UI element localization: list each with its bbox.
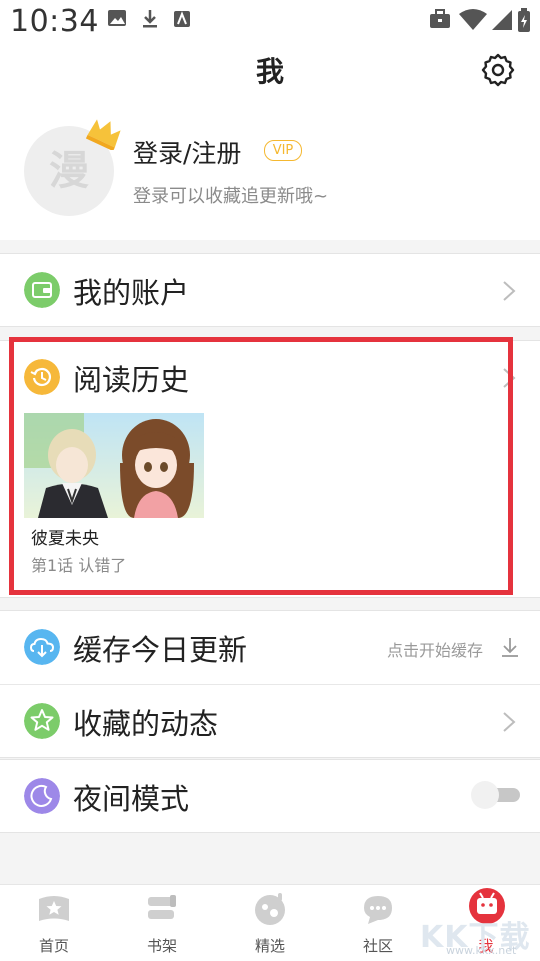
nav-bookshelf-label: 书架 — [146, 937, 177, 955]
cloud-download-icon — [24, 629, 60, 665]
app-notification-icon — [174, 11, 190, 27]
nav-community[interactable]: 社区 — [324, 885, 432, 961]
night-mode-label: 夜间模式 — [73, 782, 190, 816]
nav-bookshelf[interactable]: 书架 — [108, 885, 216, 961]
nav-home-label: 首页 — [38, 937, 69, 955]
menu-account[interactable]: 我的账户 — [0, 253, 540, 327]
menu-night-mode[interactable]: 夜间模式 — [0, 759, 540, 833]
menu-cache[interactable]: 缓存今日更新 点击开始缓存 — [0, 611, 540, 683]
nav-home[interactable]: 首页 — [0, 885, 108, 961]
wallet-icon — [24, 272, 60, 308]
login-hint: 登录可以收藏追更新哦~ — [133, 186, 329, 207]
profile-section[interactable]: 漫 登录/注册 VIP 登录可以收藏追更新哦~ — [0, 98, 540, 240]
vip-badge: VIP — [264, 140, 302, 161]
menu-group-cache-favorites: 缓存今日更新 点击开始缓存 收藏的动态 — [0, 610, 540, 758]
status-time: 10:34 — [10, 4, 99, 39]
favorites-label: 收藏的动态 — [73, 707, 219, 741]
download-notification-icon — [143, 10, 157, 28]
home-book-icon — [39, 896, 69, 921]
account-label: 我的账户 — [73, 276, 190, 310]
settings-gear-icon[interactable] — [480, 52, 516, 88]
star-icon — [24, 703, 60, 739]
cache-label: 缓存今日更新 — [73, 633, 248, 667]
moon-icon — [24, 778, 60, 814]
page-title: 我 — [255, 55, 284, 88]
watermark-url: www.kkx.net — [446, 944, 517, 957]
nav-featured-label: 精选 — [254, 937, 285, 955]
featured-icon — [255, 893, 285, 925]
highlight-frame — [9, 337, 513, 595]
battery-icon — [518, 8, 530, 32]
nav-featured[interactable]: 精选 — [216, 885, 324, 961]
menu-favorites[interactable]: 收藏的动态 — [0, 685, 540, 757]
signal-icon — [492, 10, 512, 30]
wifi-icon — [459, 9, 487, 30]
image-notification-icon — [108, 10, 126, 26]
crown-icon — [86, 119, 121, 150]
download-icon[interactable] — [500, 636, 520, 658]
status-bar: 10:34 — [0, 0, 540, 44]
briefcase-icon — [430, 9, 450, 28]
start-cache-link[interactable]: 点击开始缓存 — [387, 637, 483, 661]
chevron-right-icon — [503, 712, 516, 732]
bookshelf-icon — [148, 895, 176, 919]
night-mode-toggle[interactable] — [470, 780, 522, 810]
nav-community-label: 社区 — [362, 937, 393, 955]
community-icon — [364, 896, 392, 924]
chevron-right-icon — [503, 281, 516, 301]
top-bar: 我 — [0, 44, 540, 98]
login-register-link[interactable]: 登录/注册 — [133, 134, 241, 170]
